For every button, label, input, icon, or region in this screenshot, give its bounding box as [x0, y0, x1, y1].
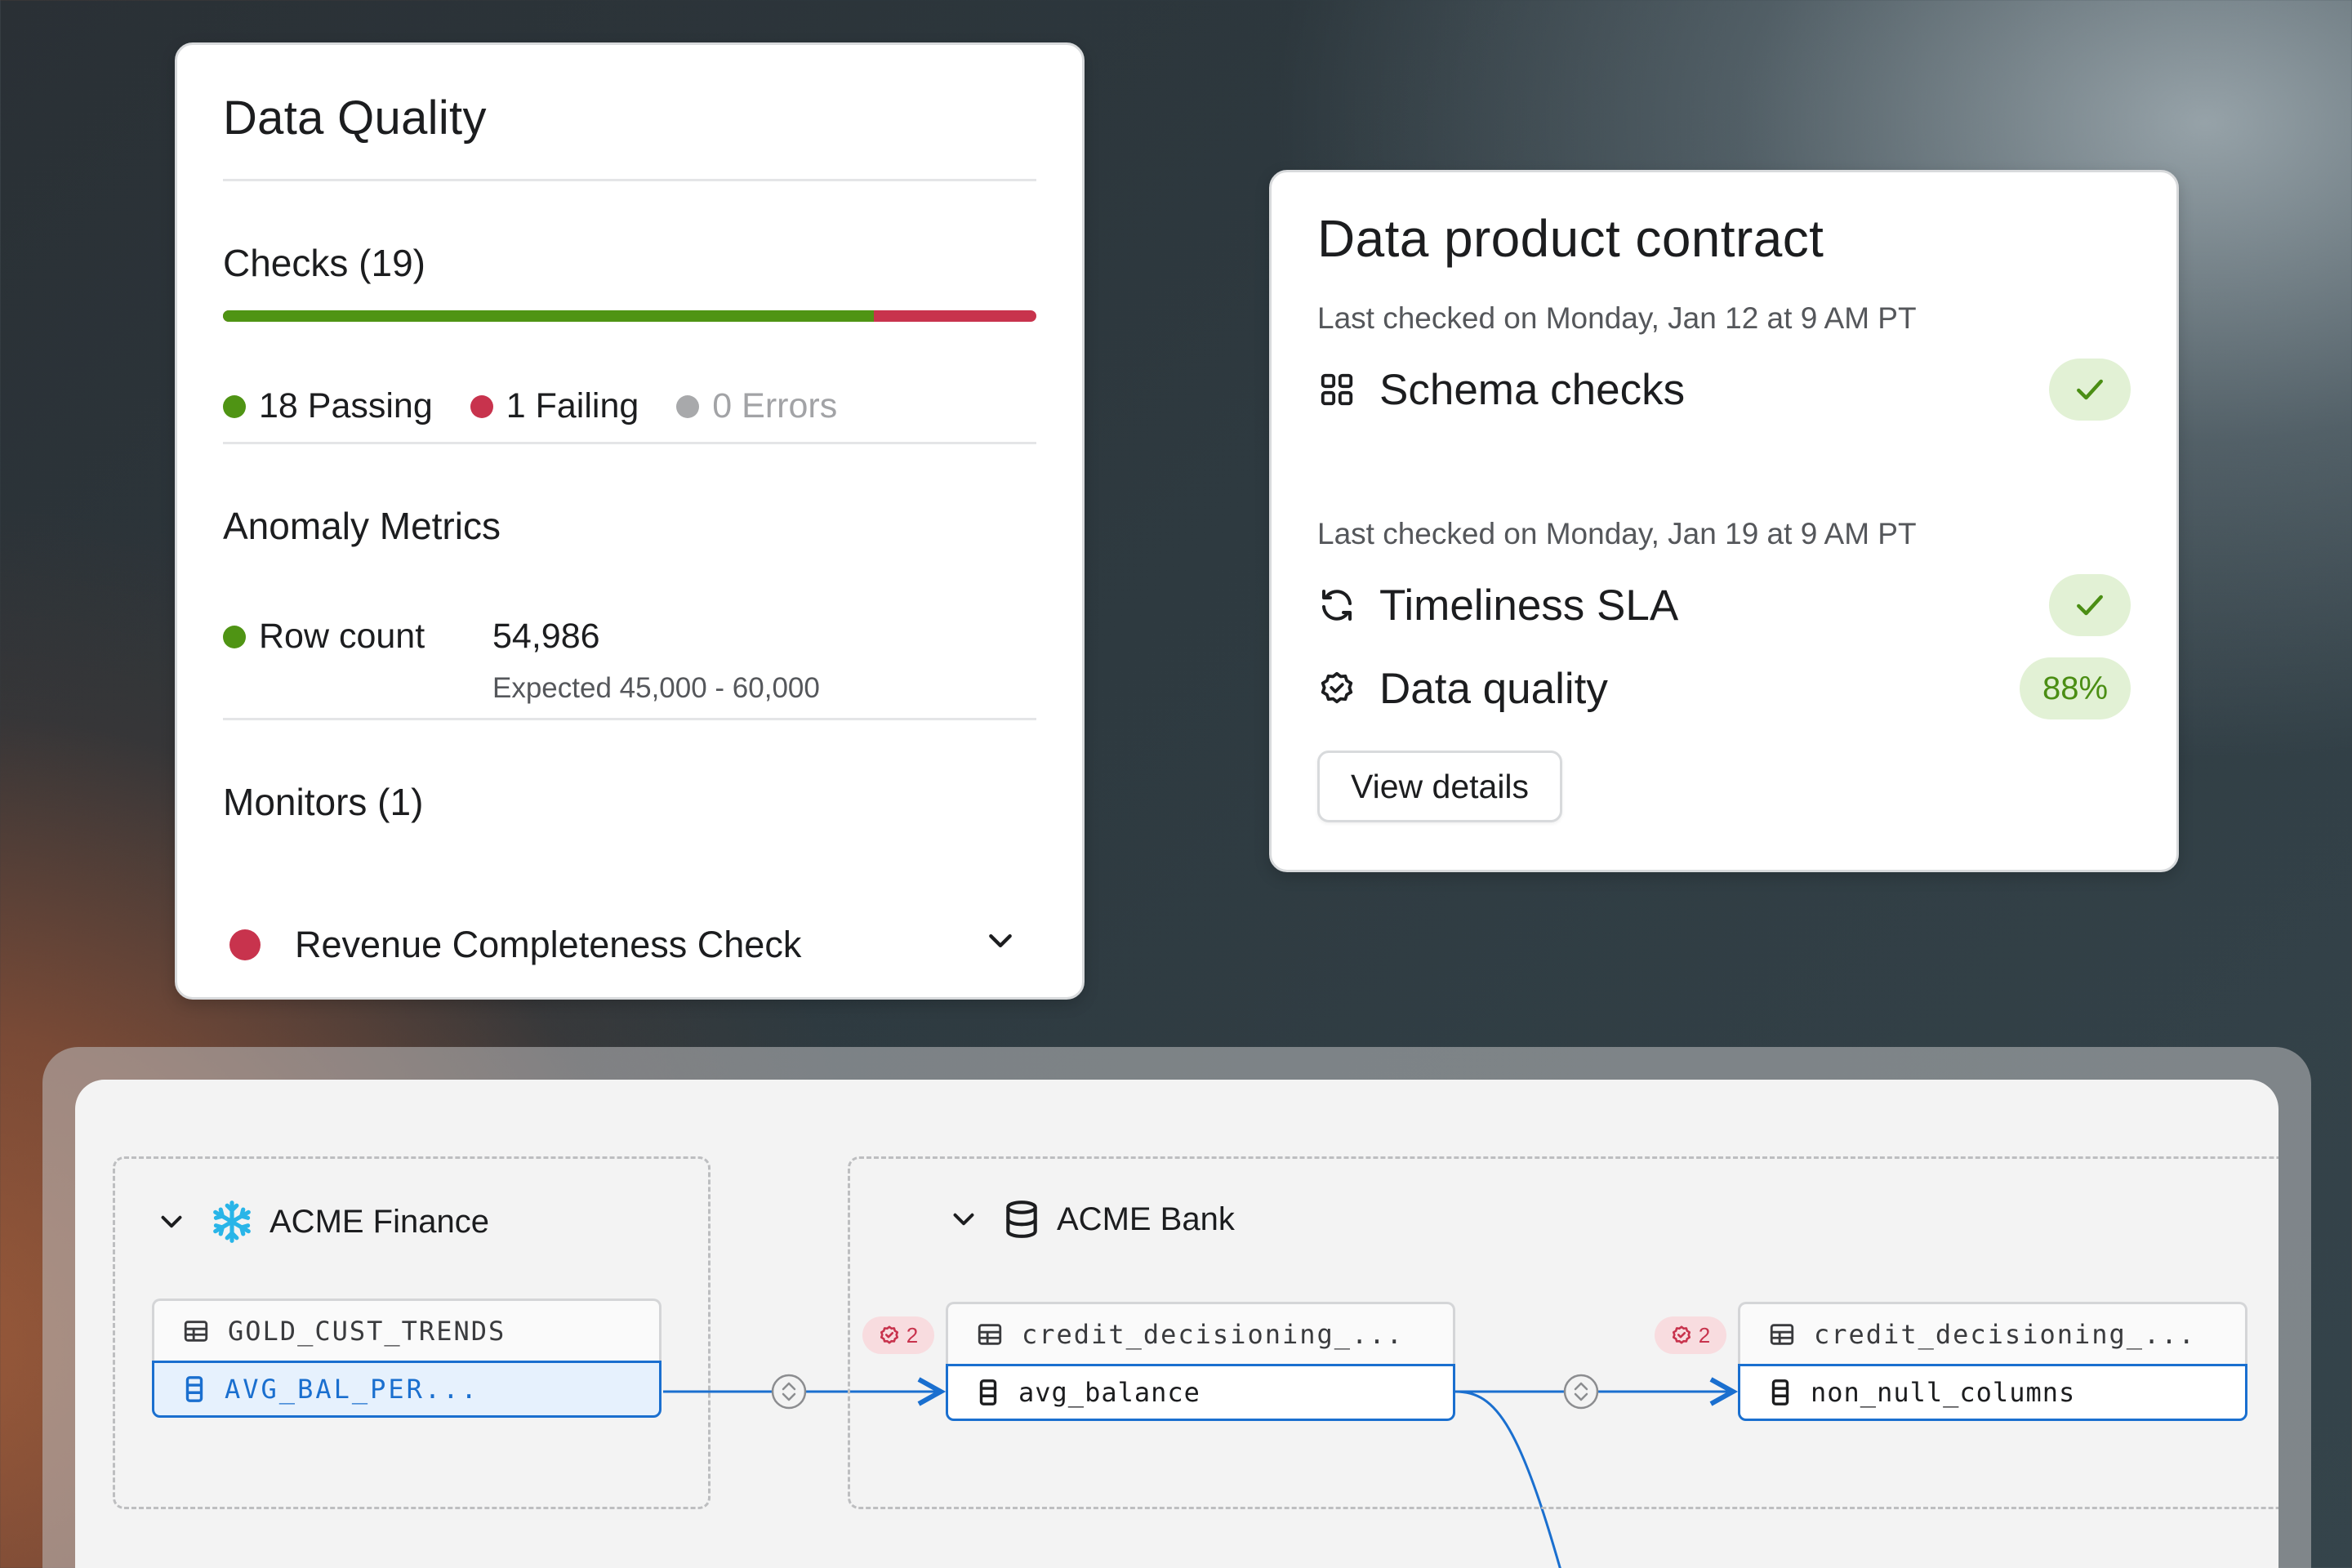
- badge-check-icon: [1317, 669, 1356, 708]
- node-column-row[interactable]: non_null_columns: [1738, 1364, 2247, 1421]
- data-product-contract-card: Data product contract Last checked on Mo…: [1269, 170, 2179, 872]
- lineage-node[interactable]: credit_decisioning_... avg_balance: [946, 1302, 1455, 1421]
- node-table-header[interactable]: GOLD_CUST_TRENDS: [152, 1298, 662, 1361]
- badge-count: 2: [1698, 1322, 1711, 1348]
- timeliness-sla-label: Timeliness SLA: [1379, 581, 1679, 630]
- metric-expected-range: Expected 45,000 - 60,000: [492, 672, 820, 704]
- status-dot-icon: [223, 625, 246, 648]
- node-table-header[interactable]: credit_decisioning_...: [946, 1302, 1455, 1364]
- metric-label: Row count: [259, 617, 425, 656]
- refresh-icon: [1317, 586, 1356, 625]
- data-quality-card: Data Quality Checks (19) 18 Passing 1 Fa…: [175, 42, 1085, 1000]
- legend-passing: 18 Passing: [223, 386, 433, 426]
- group-header-acme-finance[interactable]: ACME Finance: [157, 1199, 489, 1245]
- quality-issue-badge[interactable]: 2: [1655, 1316, 1726, 1354]
- divider: [223, 718, 1036, 720]
- lineage-node[interactable]: credit_decisioning_... non_null_columns: [1738, 1302, 2247, 1421]
- monitor-status-dot-icon: [229, 929, 261, 960]
- failing-label: 1 Failing: [506, 386, 639, 425]
- monitor-label: Revenue Completeness Check: [295, 924, 802, 965]
- chevron-down-icon[interactable]: [984, 924, 1017, 966]
- snowflake-icon: [209, 1199, 255, 1245]
- node-table-name: credit_decisioning_...: [1814, 1318, 2196, 1350]
- quality-issue-badge[interactable]: 2: [862, 1316, 934, 1354]
- timeliness-sla-row: Timeliness SLA: [1317, 574, 2131, 636]
- table-icon: [976, 1321, 1004, 1348]
- divider: [223, 179, 1036, 181]
- data-quality-row: Data quality 88%: [1317, 657, 2131, 719]
- node-table-name: credit_decisioning_...: [1022, 1318, 1404, 1350]
- badge-count: 2: [906, 1322, 919, 1348]
- checks-title: Checks (19): [223, 242, 425, 284]
- node-column-name: AVG_BAL_PER...: [225, 1374, 479, 1405]
- badge-check-icon: [1672, 1325, 1690, 1344]
- contract-title: Data product contract: [1317, 209, 1824, 268]
- legend-failing: 1 Failing: [470, 386, 639, 426]
- column-icon: [1768, 1379, 1793, 1406]
- node-column-name: avg_balance: [1018, 1377, 1200, 1408]
- table-icon: [1768, 1321, 1796, 1348]
- node-column-name: non_null_columns: [1811, 1377, 2076, 1408]
- badge-check-icon: [880, 1325, 898, 1344]
- passing-dot-icon: [223, 394, 246, 418]
- group-name: ACME Finance: [270, 1203, 489, 1240]
- anomaly-metrics-title: Anomaly Metrics: [223, 505, 501, 547]
- metric-value: 54,986: [492, 617, 600, 656]
- grid-icon: [1317, 370, 1356, 409]
- monitors-title: Monitors (1): [223, 781, 424, 823]
- legend-errors: 0 Errors: [676, 386, 837, 426]
- schema-checks-label: Schema checks: [1379, 365, 1686, 414]
- errors-dot-icon: [676, 394, 700, 418]
- node-column-row[interactable]: avg_balance: [946, 1364, 1455, 1421]
- checks-legend: 18 Passing 1 Failing 0 Errors: [223, 386, 875, 426]
- node-table-name: GOLD_CUST_TRENDS: [228, 1315, 506, 1347]
- expand-toggle-icon: [771, 1374, 807, 1410]
- column-icon: [976, 1379, 1000, 1406]
- table-icon: [182, 1317, 210, 1345]
- errors-label: 0 Errors: [712, 386, 838, 425]
- database-icon: [1001, 1199, 1042, 1240]
- failing-dot-icon: [470, 394, 493, 418]
- row-count-metric: Row count: [223, 617, 425, 657]
- divider: [223, 442, 1036, 444]
- chevron-down-icon[interactable]: [949, 1205, 978, 1234]
- checks-passing-fill: [223, 310, 874, 322]
- chevron-down-icon[interactable]: [157, 1207, 186, 1236]
- monitor-item[interactable]: Revenue Completeness Check: [229, 924, 1017, 966]
- node-column-row[interactable]: AVG_BAL_PER...: [152, 1361, 662, 1418]
- check-icon: [2049, 359, 2131, 421]
- view-details-button[interactable]: View details: [1317, 751, 1563, 822]
- schema-last-checked: Last checked on Monday, Jan 12 at 9 AM P…: [1317, 301, 1917, 335]
- column-icon: [182, 1375, 207, 1403]
- check-icon: [2049, 574, 2131, 636]
- lineage-node[interactable]: GOLD_CUST_TRENDS AVG_BAL_PER...: [152, 1298, 662, 1418]
- lineage-canvas[interactable]: ACME Finance GOLD_CUST_TRENDS AVG_BAL_PE…: [75, 1080, 2278, 1568]
- sla-last-checked: Last checked on Monday, Jan 19 at 9 AM P…: [1317, 517, 1917, 550]
- checks-progress-bar: [223, 310, 1036, 322]
- node-table-header[interactable]: credit_decisioning_...: [1738, 1302, 2247, 1364]
- passing-label: 18 Passing: [259, 386, 433, 425]
- quality-score-badge: 88%: [2020, 657, 2131, 719]
- data-quality-title: Data Quality: [223, 91, 487, 145]
- group-name: ACME Bank: [1057, 1200, 1235, 1237]
- data-quality-label: Data quality: [1379, 664, 1608, 713]
- schema-checks-row: Schema checks: [1317, 359, 2131, 421]
- group-header-acme-bank[interactable]: ACME Bank: [949, 1199, 1235, 1240]
